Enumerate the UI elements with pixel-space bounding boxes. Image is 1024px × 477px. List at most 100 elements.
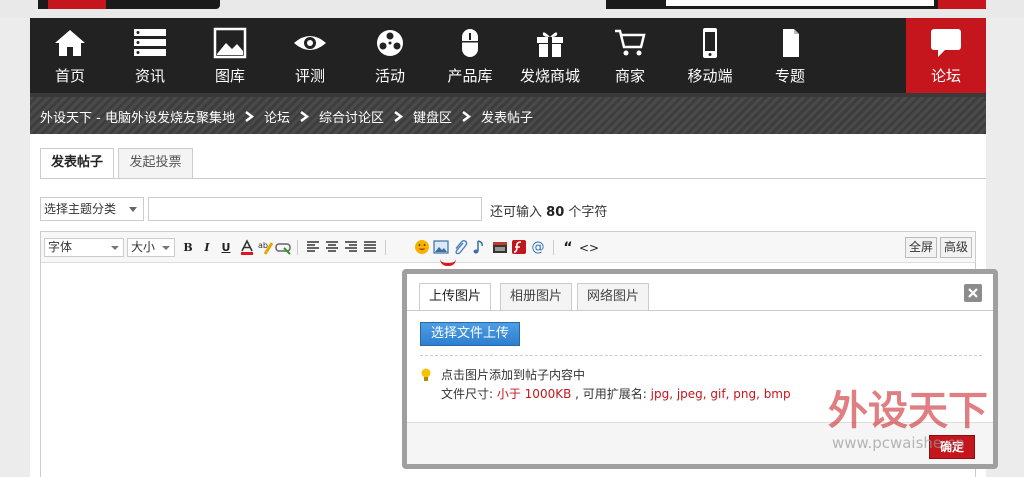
- select-file-upload-button[interactable]: 选择文件上传: [420, 322, 520, 346]
- tab-divider: [40, 178, 986, 179]
- nav-label: 评测: [294, 67, 325, 85]
- tip-ext-label: , 可用扩展名:: [571, 387, 651, 401]
- tab-new-poll[interactable]: 发起投票: [118, 148, 193, 178]
- upload-image-dialog: 上传图片 相册图片 网络图片 选择文件上传 点击图片添加到帖子内容中 文件尺寸:…: [402, 269, 998, 469]
- chevron-down-icon: [162, 246, 170, 250]
- main-nav: 首页 资讯 图库 评测 活动 产品库 发烧商城 商家 移动端 专题 论坛: [30, 18, 986, 93]
- dialog-tab-divider: [407, 310, 993, 311]
- nav-item-merchants[interactable]: 商家: [590, 18, 670, 93]
- align-center-icon[interactable]: [324, 239, 340, 255]
- advanced-button[interactable]: 高级: [940, 237, 972, 258]
- nav-label: 产品库: [447, 67, 493, 85]
- hint-suffix: 个字符: [568, 205, 608, 220]
- tab-upload-image[interactable]: 上传图片: [419, 283, 491, 311]
- tip-size-value: 小于 1000KB: [496, 387, 572, 401]
- search-bar[interactable]: [606, 0, 938, 9]
- italic-button[interactable]: I: [199, 240, 215, 256]
- breadcrumb-forum[interactable]: 论坛: [264, 107, 290, 126]
- search-button[interactable]: [938, 0, 986, 9]
- toolbar-divider: [553, 240, 554, 255]
- tip-ext-value: jpg, jpeg, gif, png, bmp: [650, 387, 791, 401]
- align-right-icon[interactable]: [343, 239, 359, 255]
- bold-button[interactable]: B: [180, 240, 196, 256]
- nav-item-home[interactable]: 首页: [30, 18, 110, 93]
- chevron-right-icon: [394, 111, 403, 122]
- nav-label: 商家: [614, 67, 645, 85]
- font-color-icon[interactable]: [239, 239, 255, 255]
- breadcrumb-current: 发表帖子: [481, 111, 534, 126]
- nav-item-mall[interactable]: 发烧商城: [510, 18, 590, 93]
- tip-line-1: 点击图片添加到帖子内容中: [441, 368, 586, 382]
- flash-icon[interactable]: [511, 239, 527, 255]
- activity-icon: [377, 30, 403, 56]
- nav-item-topics[interactable]: 专题: [750, 18, 830, 93]
- toolbar-divider: [297, 240, 298, 255]
- editor-toolbar: 字体 大小 B I U ab @ “ <> 全屏 高级: [41, 232, 975, 266]
- close-icon[interactable]: [964, 284, 982, 302]
- nav-label: 活动: [374, 67, 405, 85]
- font-family-value: 字体: [48, 240, 73, 254]
- breadcrumb: 外设天下 - 电脑外设发烧友聚集地 论坛 综合讨论区 键盘区 发表帖子: [30, 97, 986, 134]
- highlight-icon[interactable]: ab: [257, 239, 273, 255]
- nav-label: 图库: [214, 67, 245, 85]
- toolbar-divider: [385, 240, 386, 255]
- quote-button[interactable]: “: [560, 240, 576, 256]
- tab-web-image[interactable]: 网络图片: [577, 283, 649, 310]
- tip-size-label: 文件尺寸:: [441, 387, 497, 401]
- mouse-icon: [462, 29, 478, 57]
- tip-line-2: 文件尺寸: 小于 1000KB , 可用扩展名: jpg, jpeg, gif,…: [441, 385, 791, 402]
- cart-icon: [615, 29, 646, 56]
- lightbulb-icon: [421, 368, 431, 381]
- dialog-divider: [420, 355, 982, 356]
- emoji-icon[interactable]: [414, 239, 430, 255]
- breadcrumb-home[interactable]: 外设天下 - 电脑外设发烧友聚集地: [40, 107, 235, 126]
- site-logo[interactable]: [38, 0, 220, 9]
- tab-new-post[interactable]: 发表帖子: [40, 148, 114, 179]
- hint-prefix: 还可输入: [490, 205, 543, 220]
- dialog-footer: 确定: [407, 422, 993, 464]
- chevron-right-icon: [300, 111, 309, 122]
- news-icon: [134, 29, 166, 56]
- code-button[interactable]: <>: [579, 240, 599, 256]
- annotation-mark: [440, 259, 456, 266]
- align-justify-icon[interactable]: [362, 239, 378, 255]
- nav-item-review[interactable]: 评测: [270, 18, 350, 93]
- gift-icon: [537, 32, 563, 57]
- video-icon[interactable]: [492, 239, 508, 255]
- nav-item-news[interactable]: 资讯: [110, 18, 190, 93]
- subject-input[interactable]: [148, 197, 482, 221]
- gallery-icon: [213, 27, 247, 59]
- topic-category-value: 选择主题分类: [44, 202, 117, 216]
- nav-item-activity[interactable]: 活动: [350, 18, 430, 93]
- link-icon[interactable]: [275, 239, 291, 255]
- nav-label: 发烧商城: [519, 67, 580, 85]
- breadcrumb-general[interactable]: 综合讨论区: [319, 107, 384, 126]
- nav-item-products[interactable]: 产品库: [430, 18, 510, 93]
- nav-item-gallery[interactable]: 图库: [190, 18, 270, 93]
- attachment-icon[interactable]: [452, 239, 468, 255]
- breadcrumb-keyboard[interactable]: 键盘区: [413, 107, 452, 126]
- image-icon[interactable]: [433, 239, 449, 255]
- nav-item-forum[interactable]: 论坛: [906, 18, 986, 93]
- align-left-icon[interactable]: [305, 239, 321, 255]
- underline-button[interactable]: U: [218, 240, 234, 256]
- home-icon: [55, 30, 85, 56]
- nav-label: 移动端: [687, 67, 733, 85]
- music-icon[interactable]: [471, 239, 487, 255]
- fullscreen-button[interactable]: 全屏: [905, 237, 937, 258]
- font-size-select[interactable]: 大小: [127, 238, 175, 257]
- chevron-down-icon: [111, 246, 119, 250]
- topic-category-select[interactable]: 选择主题分类: [40, 197, 144, 221]
- chevron-down-icon: [129, 207, 137, 212]
- phone-icon: [703, 28, 717, 58]
- chevron-right-icon: [462, 111, 472, 122]
- nav-item-mobile[interactable]: 移动端: [670, 18, 750, 93]
- font-size-value: 大小: [131, 240, 156, 254]
- nav-label: 资讯: [134, 67, 165, 85]
- mention-button[interactable]: @: [530, 240, 546, 256]
- eye-icon: [294, 36, 326, 50]
- char-count-hint: 还可输入 80 个字符: [490, 201, 607, 220]
- confirm-button[interactable]: 确定: [929, 435, 975, 459]
- font-family-select[interactable]: 字体: [44, 238, 124, 257]
- tab-album-image[interactable]: 相册图片: [500, 283, 572, 310]
